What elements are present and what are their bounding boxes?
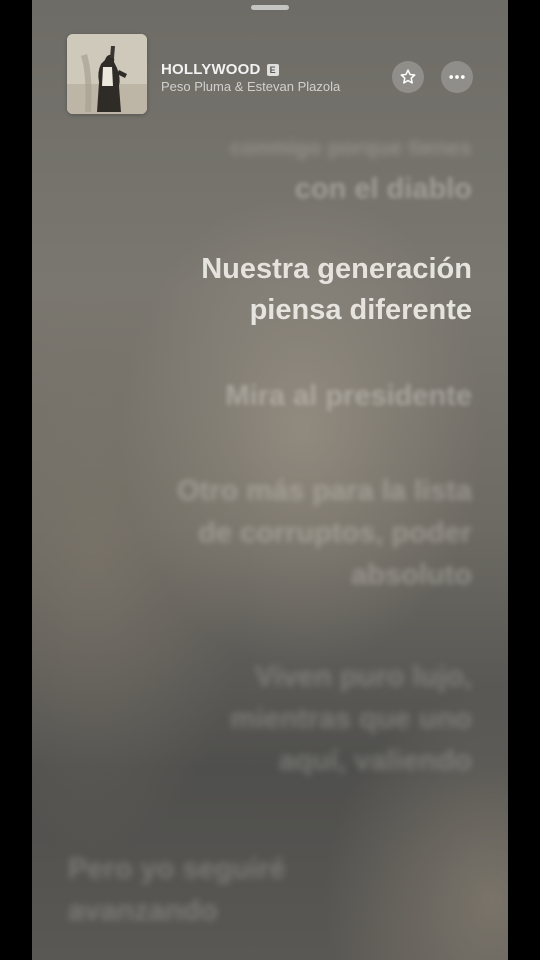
lyric-line-next-1[interactable]: Mira al presidente bbox=[225, 376, 472, 417]
title-row: HOLLYWOOD E bbox=[161, 61, 279, 78]
favorite-button[interactable] bbox=[392, 61, 424, 93]
lyric-line-next-4b[interactable]: avanzando bbox=[68, 891, 218, 932]
star-icon bbox=[400, 69, 416, 84]
lyric-line-next-2a[interactable]: Otro más para la lista bbox=[177, 471, 472, 512]
now-playing-header: HOLLYWOOD E Peso Pluma & Estevan Plazola bbox=[32, 0, 508, 120]
artist-name[interactable]: Peso Pluma & Estevan Plazola bbox=[161, 79, 340, 94]
lyric-line-next-4a[interactable]: Pero yo seguiré bbox=[68, 849, 286, 890]
explicit-icon: E bbox=[266, 63, 279, 76]
lyric-line-previous[interactable]: con el diablo bbox=[295, 169, 472, 210]
ellipsis-icon bbox=[449, 75, 465, 79]
more-button[interactable] bbox=[441, 61, 473, 93]
lyric-line-next-2c[interactable]: absoluto bbox=[351, 555, 472, 596]
album-art-image bbox=[67, 34, 147, 114]
lyric-line-previous-partial[interactable]: conmigo porque tienes bbox=[230, 127, 472, 168]
lyric-line-current-1[interactable]: Nuestra generación bbox=[201, 249, 472, 290]
song-title[interactable]: HOLLYWOOD bbox=[161, 61, 261, 78]
lyric-line-next-3b[interactable]: mientras que uno bbox=[230, 699, 472, 740]
lyric-line-current-2[interactable]: piensa diferente bbox=[250, 290, 472, 331]
lyric-line-next-2b[interactable]: de corruptos, poder bbox=[198, 513, 472, 554]
lyric-line-next-3c[interactable]: aquí, valiendo bbox=[279, 741, 472, 782]
lyrics-sheet: HOLLYWOOD E Peso Pluma & Estevan Plazola… bbox=[32, 0, 508, 960]
lyric-line-next-3a[interactable]: Viven puro lujo, bbox=[255, 657, 472, 698]
album-artwork[interactable] bbox=[67, 34, 147, 114]
